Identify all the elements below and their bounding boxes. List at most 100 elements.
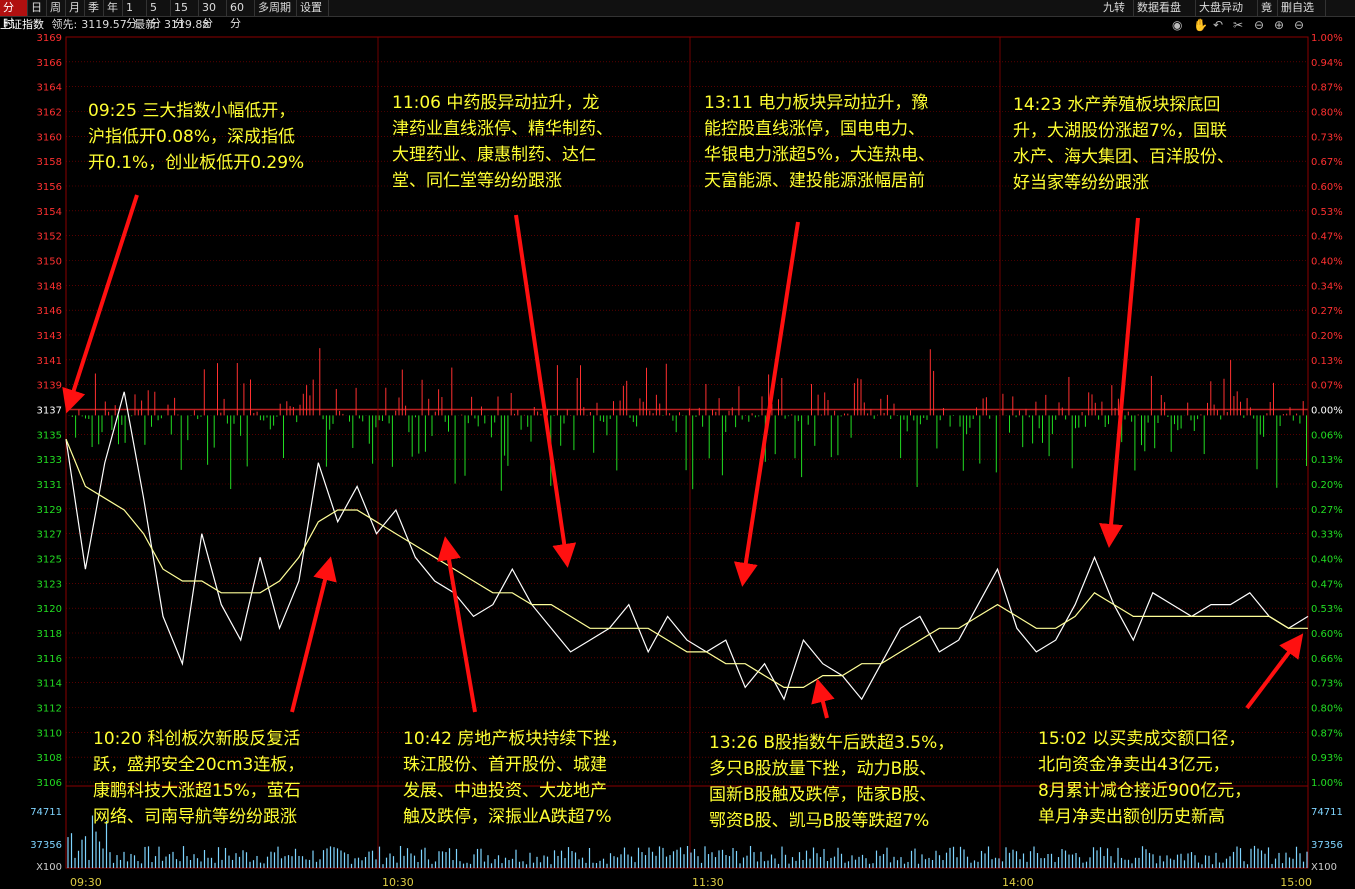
- y-tick-right: 0.66%: [1311, 654, 1343, 665]
- y-tick-left: 3146: [37, 306, 62, 317]
- period-tab-9[interactable]: 30分: [199, 0, 227, 30]
- y-tick-left: 3143: [37, 331, 62, 342]
- y-tick-right: 0.73%: [1311, 679, 1343, 690]
- close-circle-icon[interactable]: ⊖: [1294, 18, 1304, 32]
- annotation-0925: 09:25 三大指数小幅低开， 沪指低开0.08%，深成指低 开0.1%，创业板…: [88, 101, 305, 173]
- volume-tick-right: X100: [1311, 862, 1337, 873]
- y-tick-right: 0.93%: [1311, 753, 1343, 764]
- y-tick-left: 3127: [37, 530, 62, 541]
- minus-circle-icon[interactable]: ⊖: [1254, 18, 1264, 32]
- y-tick-right: 0.27%: [1311, 306, 1343, 317]
- y-tick-left: 3152: [37, 232, 62, 243]
- annotation-arrow: [290, 556, 337, 713]
- y-tick-left: 3110: [37, 728, 62, 739]
- lead-label: 领先:: [51, 18, 78, 31]
- y-tick-right: 0.20%: [1311, 331, 1343, 342]
- y-tick-left: 3166: [37, 58, 62, 69]
- annotation-arrow: [62, 194, 139, 414]
- annotation-1502: 15:02 以买卖成交额口径， 北向资金净卖出43亿元， 8月累计减仓接近900…: [1038, 729, 1252, 827]
- y-tick-right: 0.47%: [1311, 579, 1343, 590]
- period-tab-6[interactable]: 1分: [123, 0, 147, 30]
- volume-tick-right: 37356: [1311, 840, 1343, 851]
- y-tick-right: 0.94%: [1311, 58, 1343, 69]
- y-tick-right: 0.27%: [1311, 505, 1343, 516]
- plus-circle-icon[interactable]: ⊕: [1274, 18, 1284, 32]
- y-tick-left: 3160: [37, 132, 62, 143]
- y-tick-left: 3150: [37, 257, 62, 268]
- y-tick-right: 0.40%: [1311, 555, 1343, 566]
- y-tick-right: 0.53%: [1311, 207, 1343, 218]
- period-tab-8[interactable]: 15分: [171, 0, 199, 30]
- period-tab-4[interactable]: 季: [85, 0, 104, 16]
- latest-value: 3119.88: [163, 18, 210, 31]
- y-tick-left: 3129: [37, 505, 62, 516]
- y-tick-left: 3114: [37, 679, 62, 690]
- y-tick-right: 0.80%: [1311, 108, 1343, 119]
- period-tab-7[interactable]: 5分: [147, 0, 171, 30]
- y-tick-right: 0.20%: [1311, 480, 1343, 491]
- x-tick: 14:00: [1002, 876, 1034, 889]
- y-tick-right: 1.00%: [1311, 33, 1343, 44]
- volume-tick-left: 74711: [30, 807, 62, 818]
- undo-icon[interactable]: ↶: [1213, 18, 1223, 32]
- y-tick-right: 1.00%: [1311, 778, 1343, 789]
- period-tab-0[interactable]: 分时: [0, 0, 28, 30]
- period-toolbar: 分时日周月季年 1分 5分 15分 30分 60分 多周期 设置 九转 数据看盘 大盘异动竟删自选: [0, 0, 1355, 30]
- period-tab-12[interactable]: 设置: [297, 0, 329, 16]
- top-right-tab-0[interactable]: 九转: [1100, 0, 1134, 16]
- x-tick: 09:30: [70, 876, 102, 889]
- top-right-tab-3[interactable]: 竟: [1258, 0, 1278, 16]
- annotation-arrow: [514, 214, 577, 568]
- annotation-1311: 13:11 电力板块异动拉升，豫 能控股直线涨停，国电电力、 华银电力涨超5%，…: [704, 93, 935, 191]
- y-tick-left: 3137: [37, 406, 62, 417]
- period-tab-1[interactable]: 日: [28, 0, 47, 16]
- scissors-icon[interactable]: ✂: [1233, 18, 1243, 32]
- y-tick-left: 3158: [37, 157, 62, 168]
- y-tick-right: 0.87%: [1311, 728, 1343, 739]
- period-tab-11[interactable]: 多周期: [255, 0, 297, 16]
- period-tab-3[interactable]: 月: [66, 0, 85, 16]
- volume-tick-left: X100: [36, 862, 62, 873]
- annotation-arrow: [1245, 633, 1304, 710]
- y-tick-right: 0.47%: [1311, 232, 1343, 243]
- period-tab-10[interactable]: 60分: [227, 0, 255, 30]
- y-tick-right: 0.53%: [1311, 604, 1343, 615]
- y-tick-right: 0.73%: [1311, 132, 1343, 143]
- y-tick-left: 3112: [37, 704, 62, 715]
- y-tick-left: 3125: [37, 555, 62, 566]
- y-tick-left: 3133: [37, 455, 62, 466]
- average-price-line: [65, 438, 1308, 689]
- annotation-1042: 10:42 房地产板块持续下挫， 珠江股份、首开股份、城建 发展、中迪投资、大龙…: [403, 729, 628, 827]
- y-tick-right: 0.13%: [1311, 356, 1343, 367]
- top-right-tab-1[interactable]: 数据看盘: [1134, 0, 1196, 16]
- y-tick-left: 3106: [37, 778, 62, 789]
- period-tab-5[interactable]: 年: [104, 0, 123, 16]
- y-tick-left: 3162: [37, 108, 62, 119]
- x-tick: 10:30: [382, 876, 414, 889]
- period-tab-2[interactable]: 周: [47, 0, 66, 16]
- y-tick-right: 0.33%: [1311, 530, 1343, 541]
- x-tick: 11:30: [692, 876, 724, 889]
- y-tick-right: 0.34%: [1311, 281, 1343, 292]
- y-tick-left: 3108: [37, 753, 62, 764]
- annotation-1106: 11:06 中药股异动拉升，龙 津药业直线涨停、精华制药、 大理药业、康惠制药、…: [392, 93, 613, 191]
- volume-tick-right: 74711: [1311, 807, 1343, 818]
- y-tick-left: 3169: [37, 33, 62, 44]
- top-right-tab-2[interactable]: 大盘异动: [1196, 0, 1258, 16]
- y-tick-right: 0.87%: [1311, 83, 1343, 94]
- top-right-tab-4[interactable]: 删自选: [1278, 0, 1326, 16]
- y-tick-left: 3120: [37, 604, 62, 615]
- eye-icon[interactable]: ◉: [1172, 18, 1182, 32]
- hand-icon[interactable]: ✋: [1193, 18, 1208, 32]
- y-tick-right: 0.40%: [1311, 257, 1343, 268]
- y-tick-right: 0.60%: [1311, 629, 1343, 640]
- annotation-arrow: [1099, 217, 1140, 548]
- y-tick-right: 0.07%: [1311, 381, 1343, 392]
- y-tick-left: 3139: [37, 381, 62, 392]
- y-tick-right: 0.13%: [1311, 455, 1343, 466]
- annotation-1020: 10:20 科创板次新股反复活 跃，盛邦安全20cm3连板， 康鹏科技大涨超15…: [93, 729, 305, 827]
- volume-tick-left: 37356: [30, 840, 62, 851]
- y-tick-right: 0.60%: [1311, 182, 1343, 193]
- y-tick-right: 0.00%: [1311, 406, 1343, 417]
- index-name: 上证指数: [0, 18, 44, 31]
